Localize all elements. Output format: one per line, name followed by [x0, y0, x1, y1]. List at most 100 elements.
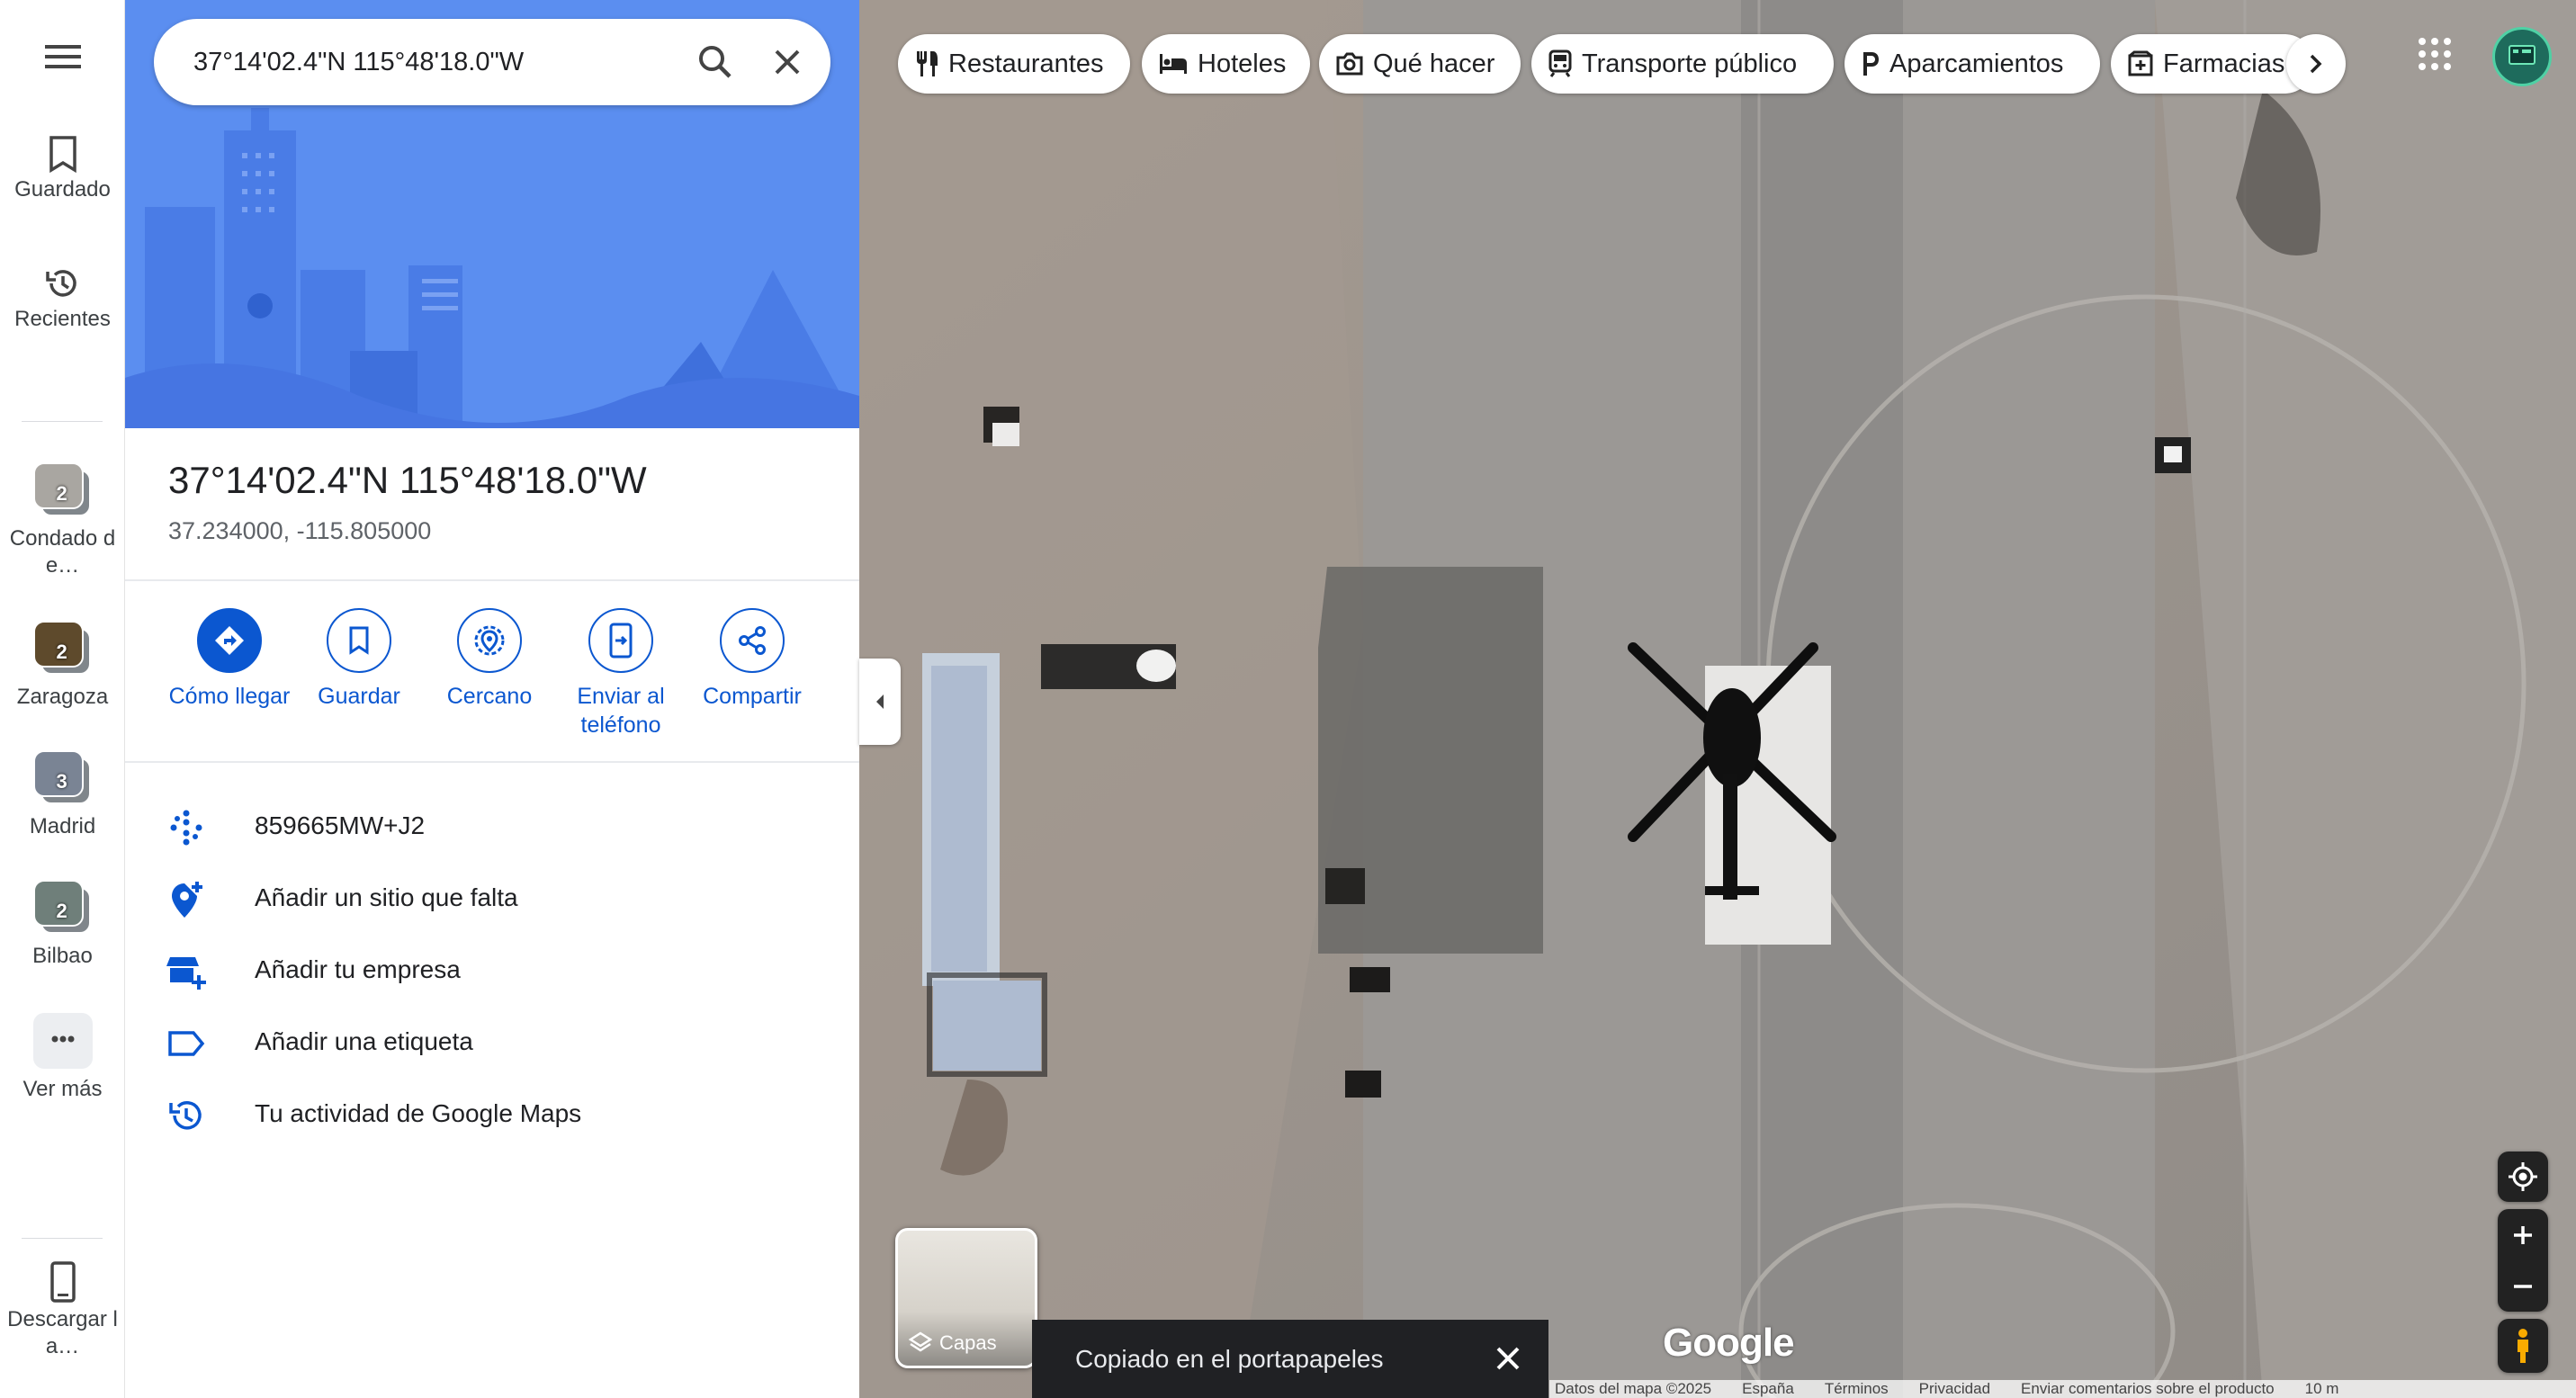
recent-thumbnail: 2 — [32, 462, 93, 518]
recent-thumbnail: 3 — [32, 750, 93, 806]
my-location-button[interactable] — [2498, 1152, 2548, 1202]
close-icon — [1496, 1347, 1520, 1370]
plus-icon — [2514, 1225, 2532, 1244]
country-link[interactable]: España — [1742, 1380, 1794, 1398]
minus-icon — [2514, 1284, 2532, 1288]
layers-button[interactable]: Capas — [895, 1228, 1037, 1368]
recent-item-madrid[interactable]: 3 Madrid — [0, 750, 125, 840]
download-app-button[interactable]: Descargar la… — [0, 1261, 125, 1360]
nearby-button[interactable]: Cercano — [422, 608, 557, 711]
download-label: Descargar la… — [7, 1307, 118, 1358]
recent-item-zaragoza[interactable]: 2 Zaragoza — [0, 621, 125, 711]
satellite-map[interactable] — [859, 0, 2576, 1398]
hamburger-icon — [44, 45, 81, 68]
chip-things-label: Qué hacer — [1373, 49, 1495, 78]
recent-thumbnail: 2 — [32, 621, 93, 677]
my-location-icon — [2509, 1162, 2537, 1191]
account-avatar[interactable] — [2492, 27, 2552, 86]
toast-close-button[interactable] — [1489, 1340, 1527, 1377]
chip-parking-label: Aparcamientos — [1889, 49, 2064, 78]
rail-divider — [22, 421, 103, 422]
terms-link[interactable]: Términos — [1825, 1380, 1889, 1398]
scale-bar[interactable]: 10 m — [2305, 1380, 2339, 1398]
train-icon — [1548, 49, 1572, 77]
zoom-controls — [2498, 1209, 2548, 1312]
saved-label: Guardado — [14, 177, 111, 202]
save-button[interactable]: Guardar — [292, 608, 426, 711]
saved-button[interactable]: Guardado — [0, 135, 125, 203]
recent-item-label: Condado de… — [9, 526, 116, 578]
recent-item-condado[interactable]: 2 Condado de… — [0, 462, 125, 579]
search-button[interactable] — [694, 40, 737, 84]
send-to-phone-button[interactable]: Enviar al teléfono — [553, 608, 688, 739]
feedback-link[interactable]: Enviar comentarios sobre el producto — [2021, 1380, 2275, 1398]
chevron-right-icon — [2310, 54, 2322, 74]
add-business-row[interactable]: Añadir tu empresa — [125, 934, 859, 1006]
label-icon — [168, 1031, 205, 1056]
street-view-pegman[interactable] — [2498, 1319, 2548, 1373]
recent-item-label: Zaragoza — [16, 685, 109, 709]
pegman-icon — [2518, 1329, 2528, 1363]
add-place-row[interactable]: Añadir un sitio que falta — [125, 862, 859, 934]
chips-scroll-right-button[interactable] — [2286, 34, 2346, 94]
zoom-in-button[interactable] — [2498, 1209, 2548, 1260]
menu-button[interactable] — [0, 43, 125, 74]
add-place-label: Añadir un sitio que falta — [255, 883, 518, 911]
maps-activity-row[interactable]: Tu actividad de Google Maps — [125, 1078, 859, 1150]
directions-label: Cómo llegar — [168, 684, 291, 709]
recent-item-bilbao[interactable]: 2 Bilbao — [0, 880, 125, 970]
chip-restaurants-label: Restaurantes — [948, 49, 1104, 78]
share-icon — [739, 626, 766, 655]
send-to-phone-label: Enviar al teléfono — [577, 684, 665, 738]
map-data-attribution: Datos del mapa ©2025 — [1555, 1380, 1712, 1397]
bookmark-icon — [49, 136, 76, 173]
restaurant-icon — [917, 51, 938, 76]
add-label-label: Añadir una etiqueta — [255, 1027, 473, 1055]
share-button[interactable]: Compartir — [685, 608, 820, 711]
search-input[interactable] — [193, 44, 643, 80]
chip-hotels[interactable]: Hoteles — [1142, 34, 1310, 94]
recent-item-label: Bilbao — [32, 944, 93, 968]
maps-activity-label: Tu actividad de Google Maps — [255, 1099, 582, 1127]
clear-search-button[interactable] — [766, 40, 809, 84]
search-box — [154, 19, 830, 105]
chip-hotels-label: Hoteles — [1198, 49, 1287, 78]
google-apps-button[interactable] — [2415, 34, 2455, 74]
more-label: Ver más — [22, 1077, 103, 1101]
recent-thumbnail: 2 — [32, 880, 93, 936]
collapse-panel-button[interactable] — [859, 659, 901, 745]
layers-label: Capas — [939, 1331, 997, 1354]
zoom-out-button[interactable] — [2498, 1260, 2548, 1312]
recent-label: Recientes — [14, 307, 111, 331]
hotel-bed-icon — [1160, 54, 1187, 74]
chip-transit[interactable]: Transporte público — [1531, 34, 1834, 94]
chip-parking[interactable]: Aparcamientos — [1844, 34, 2100, 94]
add-business-label: Añadir tu empresa — [255, 955, 461, 983]
parking-icon — [1863, 52, 1879, 76]
plus-code-row[interactable]: 859665MW+J2 — [125, 790, 859, 862]
chip-transit-label: Transporte público — [1582, 49, 1798, 78]
directions-button[interactable]: Cómo llegar — [162, 608, 297, 711]
chip-pharmacies[interactable]: Farmacias — [2111, 34, 2314, 94]
place-coordinates: 37.234000, -115.805000 — [168, 517, 432, 544]
close-icon — [775, 49, 800, 75]
more-button[interactable]: Ver más — [0, 1013, 125, 1103]
place-title: 37°14'02.4"N 115°48'18.0"W — [168, 459, 647, 501]
chip-restaurants[interactable]: Restaurantes — [898, 34, 1130, 94]
apps-grid-icon — [2419, 38, 2451, 70]
plus-code-icon — [170, 810, 202, 846]
plus-code: 859665MW+J2 — [255, 811, 426, 839]
layers-icon — [909, 1331, 932, 1352]
chevron-left-icon — [876, 695, 884, 709]
camera-icon — [1336, 52, 1363, 76]
recent-button[interactable]: Recientes — [0, 264, 125, 333]
add-label-row[interactable]: Añadir una etiqueta — [125, 1006, 859, 1078]
phone-icon — [49, 1261, 76, 1303]
privacy-link[interactable]: Privacidad — [1919, 1380, 1990, 1398]
save-label: Guardar — [318, 684, 400, 709]
recent-item-label: Madrid — [29, 814, 96, 838]
history-icon — [45, 270, 76, 297]
pharmacy-icon — [2128, 50, 2153, 76]
chip-things-to-do[interactable]: Qué hacer — [1319, 34, 1521, 94]
nearby-label: Cercano — [446, 684, 533, 709]
